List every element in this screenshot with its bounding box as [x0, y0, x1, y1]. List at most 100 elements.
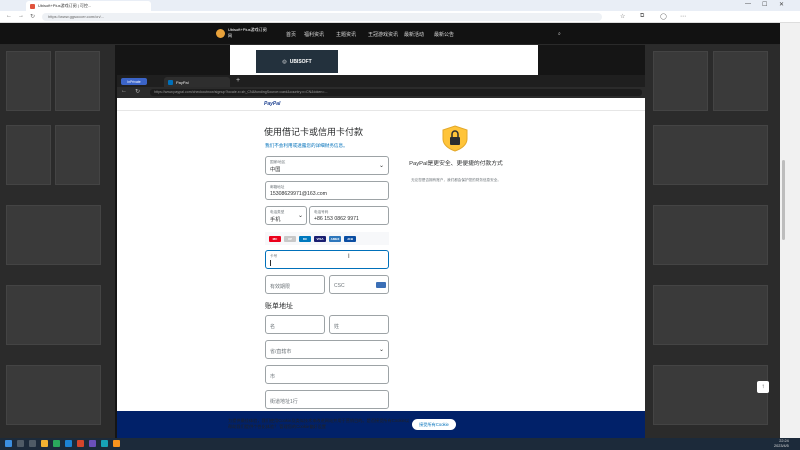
country-value: 中国: [270, 167, 281, 173]
site-search-icon[interactable]: ⌕: [558, 31, 561, 37]
city-placeholder: 市: [270, 374, 276, 380]
form-subtitle: 我们不会利用或透露您的详细财务信息。: [265, 143, 348, 148]
phone-type-select[interactable]: 电话类型 手机 ⌄: [265, 206, 307, 225]
billing-heading: 账单地址: [265, 303, 293, 310]
close-window-button[interactable]: ✕: [779, 1, 784, 8]
mastercard-icon: MC: [269, 235, 281, 242]
game-poster: [653, 125, 768, 185]
game-poster: [55, 125, 100, 185]
edge-icon[interactable]: [65, 440, 72, 447]
text-cursor: [270, 260, 271, 266]
game-poster: [653, 365, 768, 425]
more-menu-icon[interactable]: ⋯: [680, 13, 686, 20]
back-to-top-button[interactable]: ↑: [757, 381, 769, 393]
file-explorer-icon[interactable]: [41, 440, 48, 447]
phone-type-label: 电话类型: [270, 210, 285, 214]
address-line-1-placeholder: 街道地址1行: [270, 399, 298, 405]
csc-placeholder: CSC: [334, 283, 345, 289]
phone-field[interactable]: 电话号码 +86 153 0862 9971: [309, 206, 389, 225]
popup-tab[interactable]: PayPal: [164, 77, 230, 87]
phone-label: 电话号码: [314, 210, 329, 214]
csc-field[interactable]: CSC: [329, 275, 389, 294]
forward-icon[interactable]: →: [18, 13, 24, 19]
game-poster: [6, 205, 101, 265]
search-icon[interactable]: [17, 440, 24, 447]
site-logo[interactable]: Ubisoft+Plus游戏订阅网: [216, 27, 270, 38]
ubisoft-banner-text: UBISOFT: [289, 58, 312, 65]
game-poster: [653, 205, 768, 265]
outer-url-field[interactable]: https://www.ggsoccer.com/cn/...: [42, 13, 602, 21]
site-logo-icon: [216, 28, 225, 38]
first-name-field[interactable]: 姓: [329, 315, 389, 334]
right-game-art: [645, 45, 780, 438]
form-title: 使用借记卡或信用卡付款: [264, 127, 364, 137]
accept-cookies-button[interactable]: 接受所有Cookie: [412, 419, 456, 430]
taskbar-clock[interactable]: 22:24 2023/4/5: [774, 439, 789, 448]
favorites-icon[interactable]: ☆: [620, 13, 625, 20]
card-number-label: 卡号: [270, 254, 278, 258]
nav-link[interactable]: 最新活动: [404, 31, 424, 38]
maximize-button[interactable]: ☐: [762, 1, 767, 8]
reload-icon[interactable]: ↻: [30, 13, 35, 20]
taskbar: [0, 438, 800, 450]
mouse-ibeam-cursor: I: [348, 254, 350, 260]
app-icon[interactable]: [53, 440, 60, 447]
last-name-field[interactable]: 名: [265, 315, 325, 334]
chevron-down-icon: ⌄: [378, 163, 384, 169]
province-placeholder: 省/直辖市: [270, 349, 292, 355]
extensions-icon[interactable]: ⧉: [640, 13, 644, 20]
diners-icon: DC: [299, 235, 311, 242]
app-icon[interactable]: [113, 440, 120, 447]
last-name-placeholder: 名: [270, 324, 276, 330]
popup-reload-icon[interactable]: ↻: [135, 88, 140, 95]
game-poster: [6, 125, 51, 185]
app-icon[interactable]: [101, 440, 108, 447]
game-poster: [55, 51, 100, 111]
ubisoft-swirl-icon: ◎: [282, 58, 287, 65]
unionpay-icon: UP: [284, 235, 296, 242]
expiry-placeholder: 有效期限: [270, 284, 291, 290]
game-poster: [6, 51, 51, 111]
card-number-field[interactable]: 卡号: [265, 250, 389, 269]
jcb-icon: JCB: [344, 235, 356, 242]
back-icon[interactable]: ←: [6, 13, 12, 19]
nav-link[interactable]: 主题资讯: [336, 31, 356, 38]
left-game-art: [0, 45, 115, 438]
security-title: PayPal是更安全、更便捷的付款方式: [409, 161, 503, 167]
app-icon[interactable]: [89, 440, 96, 447]
site-logo-text: Ubisoft+Plus游戏订阅网: [228, 27, 267, 38]
game-poster: [6, 365, 101, 425]
country-select[interactable]: 国家/地区 中国 ⌄: [265, 156, 389, 175]
ubisoft-banner[interactable]: ◎ UBISOFT: [256, 50, 338, 73]
start-icon[interactable]: [5, 440, 12, 447]
email-field[interactable]: 邮箱地址 15308629971@163.com: [265, 181, 389, 200]
app-icon[interactable]: [77, 440, 84, 447]
popup-url-field[interactable]: https://www.paypal.com/checkoutnow/signu…: [150, 89, 642, 96]
minimize-button[interactable]: —: [745, 1, 751, 7]
province-select[interactable]: 省/直辖市 ⌄: [265, 340, 389, 359]
profile-icon[interactable]: ◯: [660, 13, 667, 20]
visa-icon: VISA: [314, 235, 326, 242]
security-body: 无论您是否拥有账户，我们都会保护您的财务信息安全。: [411, 178, 501, 182]
page-scrollbar-thumb[interactable]: [782, 160, 785, 240]
paypal-logo: PayPal: [264, 101, 281, 107]
popup-back-icon[interactable]: ←: [121, 88, 127, 94]
paypal-header: [117, 98, 645, 111]
site-favicon-icon: [30, 3, 35, 9]
task-view-icon[interactable]: [29, 440, 36, 447]
paypal-favicon-icon: [168, 79, 173, 85]
city-field[interactable]: 市: [265, 365, 389, 384]
nav-link[interactable]: 王冠游戏资讯: [368, 31, 398, 38]
cookie-text: 为提供最佳体验，我们使用Cookie及类似技术来改进网站并用于营销目的。是否接受…: [228, 418, 410, 429]
outer-browser-tab[interactable]: Ubisoft+Plus游戏订阅 | 可控...: [26, 1, 151, 11]
nav-link[interactable]: 首页: [286, 31, 296, 38]
new-tab-icon[interactable]: +: [236, 77, 240, 84]
nav-link[interactable]: 福利资讯: [304, 31, 324, 38]
outer-tab-title: Ubisoft+Plus游戏订阅 | 可控...: [38, 3, 92, 8]
popup-tab-title: PayPal: [176, 79, 189, 85]
address-line-1-field[interactable]: 街道地址1行: [265, 390, 389, 409]
chevron-down-icon: ⌄: [297, 213, 303, 219]
expiry-field[interactable]: 有效期限: [265, 275, 325, 294]
nav-link[interactable]: 最新公告: [434, 31, 454, 38]
clock-date: 2023/4/5: [774, 443, 789, 448]
